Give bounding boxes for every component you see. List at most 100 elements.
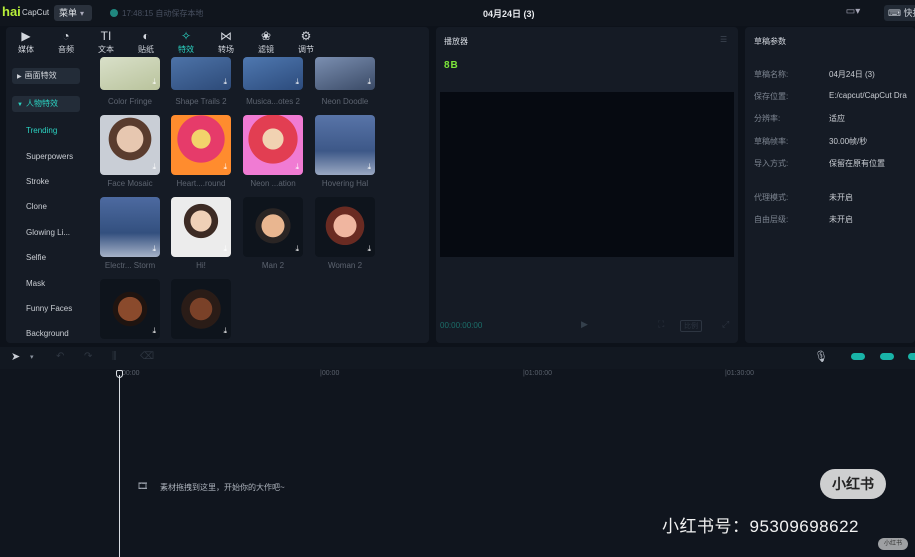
play-icon[interactable]: ▶ <box>581 319 588 330</box>
download-icon: ⤓ <box>223 244 227 253</box>
tab-label: 贴纸 <box>138 45 154 54</box>
microphone-icon[interactable]: 🎙 <box>814 350 828 363</box>
ruler-tick: |00:00 <box>320 370 340 377</box>
ruler-tick: 00:00 <box>122 370 140 377</box>
draft-params-title: 草稿参数 <box>754 37 786 46</box>
param-key: 导入方式: <box>754 159 789 168</box>
sidebar-group-scene-effects[interactable]: ▶ 画面特效 <box>12 68 80 84</box>
effect-thumbnail[interactable]: ⤓ <box>171 279 231 339</box>
tab-filter[interactable]: ❀ 滤镜 <box>248 27 284 57</box>
sidebar-item-superpowers[interactable]: Superpowers <box>26 152 73 161</box>
tab-label: 调节 <box>298 45 314 54</box>
chevron-down-icon[interactable]: ▾ <box>30 353 34 361</box>
film-icon: 🎞 <box>137 481 149 491</box>
download-icon: ⤓ <box>295 244 299 253</box>
app-name: CapCut <box>22 8 50 17</box>
fullscreen-icon[interactable]: ⤢ <box>722 319 729 330</box>
playhead[interactable] <box>119 375 120 557</box>
sidebar-item-background[interactable]: Background <box>26 329 69 338</box>
effect-thumbnail[interactable]: ⤓ <box>243 115 303 175</box>
ratio-button[interactable]: 比例 <box>680 320 702 332</box>
autosave-status-icon <box>110 9 118 17</box>
tab-media[interactable]: ▶ 媒体 <box>8 27 44 57</box>
delete-icon[interactable]: ⌫ <box>140 351 154 362</box>
sidebar-item-mask[interactable]: Mask <box>26 279 45 288</box>
sidebar-item-trending[interactable]: Trending <box>26 126 57 135</box>
effect-thumbnail[interactable]: ⤓ <box>171 57 231 90</box>
player-title: 播放器 <box>444 37 468 46</box>
effect-thumbnail[interactable]: ⤓ <box>100 197 160 257</box>
menu-label: 菜单 <box>59 8 78 18</box>
param-value: 30.00帧/秒 <box>829 137 868 146</box>
param-key: 自由层级: <box>754 215 789 224</box>
main-track-magnet-toggle[interactable] <box>851 353 865 360</box>
sidebar-item-clone[interactable]: Clone <box>26 202 47 211</box>
effect-label: Woman 2 <box>327 261 363 270</box>
crop-icon[interactable]: ⛶ <box>658 319 664 330</box>
sidebar-group-person-effects[interactable]: ▼ 人物特效 <box>12 96 80 112</box>
download-icon: ⤓ <box>367 77 371 86</box>
playhead-handle[interactable] <box>116 370 123 378</box>
download-icon: ⤓ <box>295 77 299 86</box>
tab-audio[interactable]: ◔ 音频 <box>48 27 84 57</box>
transition-icon: ⋈ <box>220 29 232 43</box>
filter-icon: ❀ <box>260 29 272 43</box>
timeline-toolbar <box>0 347 915 369</box>
caret-down-icon: ▼ <box>17 102 23 108</box>
effect-thumbnail[interactable]: ⤓ <box>100 115 160 175</box>
effect-label: Color Fringe <box>107 97 152 106</box>
param-key: 草稿帧率: <box>754 137 789 146</box>
select-cursor-icon[interactable]: ➤ <box>11 350 20 363</box>
player-logo: 8B <box>444 60 459 71</box>
tab-effects[interactable]: ✧ 特效 <box>168 27 204 57</box>
download-icon: ⤓ <box>367 162 371 171</box>
effect-thumbnail[interactable]: ⤓ <box>315 57 375 90</box>
shortcut-button[interactable]: ⌨ 快捷 <box>884 5 915 21</box>
resource-panel: ▶ 媒体 ◔ 音频 TI 文本 ◐ 贴纸 ✧ 特效 ⋈ 转场 ❀ 滤镜 ⚙ 调节 ▶ 画面特效 ▼… <box>6 27 429 343</box>
download-icon: ⤓ <box>223 162 227 171</box>
effect-thumbnail[interactable]: ⤓ <box>243 57 303 90</box>
menu-button[interactable]: 菜单 ▾ <box>54 5 92 21</box>
effect-thumbnail[interactable]: ⤓ <box>243 197 303 257</box>
tab-transition[interactable]: ⋈ 转场 <box>208 27 244 57</box>
undo-icon[interactable]: ↶ <box>56 351 64 362</box>
watermark-badge: 小红书 <box>820 469 886 499</box>
resource-tabs: ▶ 媒体 ◔ 音频 TI 文本 ◐ 贴纸 ✧ 特效 ⋈ 转场 ❀ 滤镜 ⚙ 调节 <box>6 27 429 57</box>
download-icon: ⤓ <box>295 162 299 171</box>
autosave-text: 17:48:15 自动保存本地 <box>122 9 204 18</box>
sidebar-item-funny-faces[interactable]: Funny Faces <box>26 304 72 313</box>
download-icon: ⤓ <box>223 326 227 335</box>
sidebar-item-stroke[interactable]: Stroke <box>26 177 49 186</box>
redo-icon[interactable]: ↷ <box>84 351 92 362</box>
effect-thumbnail[interactable]: ⤓ <box>171 115 231 175</box>
sidebar-item-selfie[interactable]: Selfie <box>26 253 46 262</box>
tab-sticker[interactable]: ◐ 贴纸 <box>128 27 164 57</box>
param-key: 代理模式: <box>754 193 789 202</box>
effect-label: Man 2 <box>261 261 285 270</box>
effect-thumbnail[interactable]: ⤓ <box>171 197 231 257</box>
menu-icon[interactable]: ☰ <box>720 35 727 44</box>
effect-thumbnail[interactable]: ⤓ <box>100 57 160 90</box>
param-key: 分辨率: <box>754 114 781 123</box>
download-icon: ⤓ <box>367 244 371 253</box>
media-icon: ▶ <box>21 29 31 43</box>
watermark-corner: 小红书 <box>878 538 908 550</box>
effects-icon: ✧ <box>180 29 192 43</box>
download-icon: ⤓ <box>223 77 227 86</box>
effect-thumbnail[interactable]: ⤓ <box>315 115 375 175</box>
effect-label: Shape Trails 2 <box>175 97 227 106</box>
ruler-tick: |01:00:00 <box>523 370 553 377</box>
effect-thumbnail[interactable]: ⤓ <box>100 279 160 339</box>
sidebar-item-glowing[interactable]: Glowing Li... <box>26 228 70 237</box>
tab-label: 转场 <box>218 45 234 54</box>
text-icon: TI <box>100 29 112 43</box>
tab-adjust[interactable]: ⚙ 调节 <box>288 27 324 57</box>
linkage-toggle[interactable] <box>908 353 915 360</box>
tab-text[interactable]: TI 文本 <box>88 27 124 57</box>
layout-icon[interactable]: ▭▾ <box>838 6 868 20</box>
auto-snap-toggle[interactable] <box>880 353 894 360</box>
effect-thumbnail[interactable]: ⤓ <box>315 197 375 257</box>
project-title[interactable]: 04月24日 (3) <box>483 7 535 20</box>
split-icon[interactable]: ⫼ <box>112 351 117 362</box>
preview-viewer[interactable] <box>440 92 734 257</box>
